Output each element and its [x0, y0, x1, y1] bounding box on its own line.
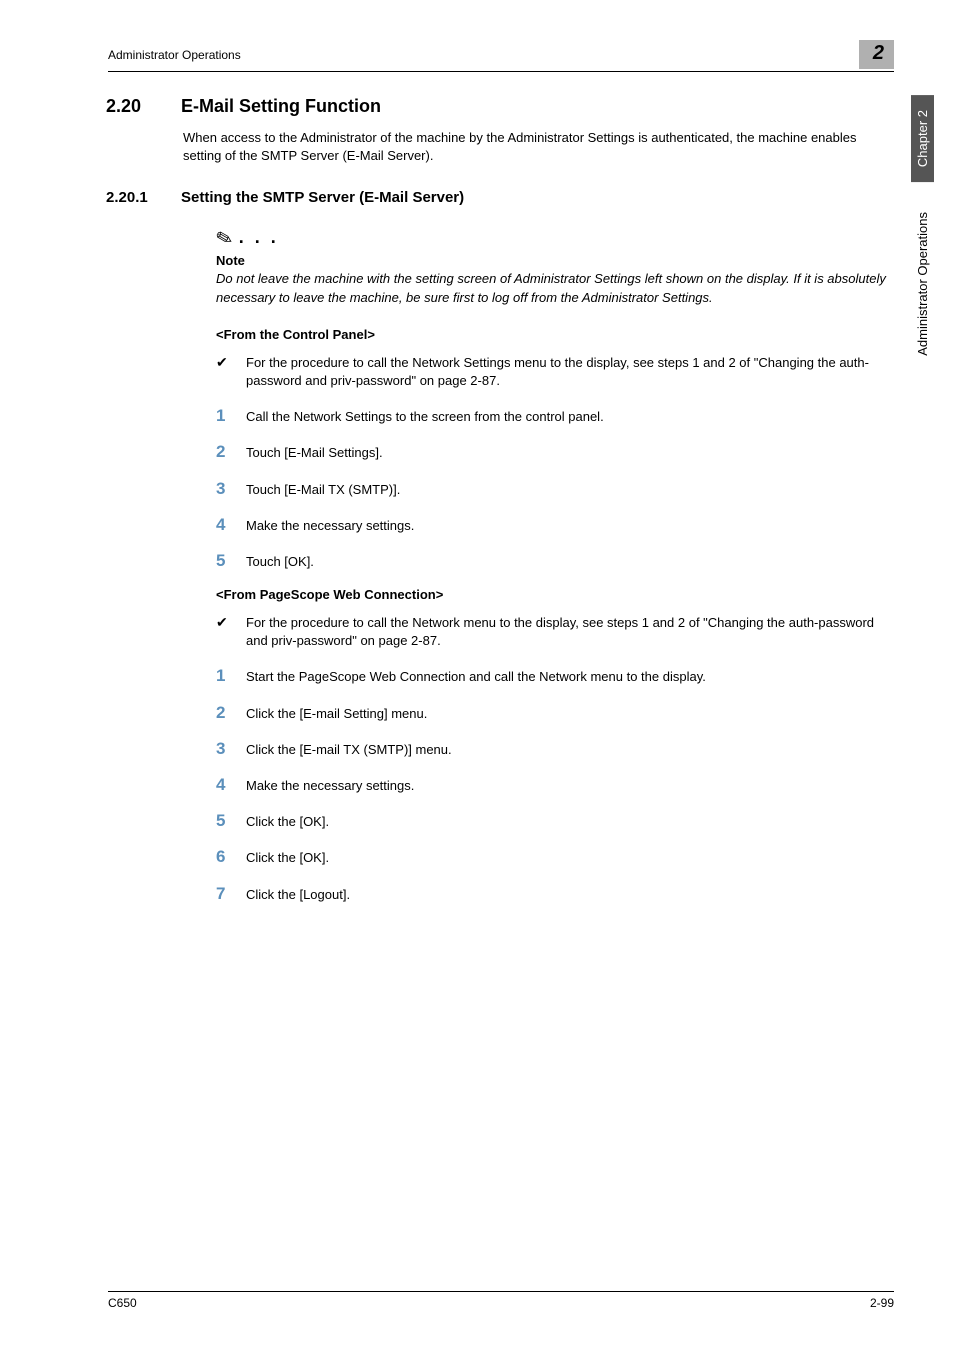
panel1-step: 3 Touch [E-Mail TX (SMTP)].	[216, 479, 894, 499]
side-tab: Chapter 2 Administrator Operations	[911, 95, 934, 376]
page-header: Administrator Operations 2	[108, 40, 894, 72]
panel1-step: 2 Touch [E-Mail Settings].	[216, 442, 894, 462]
step-text: Click the [OK].	[246, 813, 894, 831]
panel1-prereq: For the procedure to call the Network Se…	[246, 354, 894, 390]
step-text: Call the Network Settings to the screen …	[246, 408, 894, 426]
step-number: 4	[216, 515, 246, 535]
panel1-step: 1 Call the Network Settings to the scree…	[216, 406, 894, 426]
step-number: 3	[216, 739, 246, 759]
panel2-step: 6 Click the [OK].	[216, 847, 894, 867]
step-text: Make the necessary settings.	[246, 777, 894, 795]
step-number: 1	[216, 666, 246, 686]
step-text: Touch [OK].	[246, 553, 894, 571]
footer-model: C650	[108, 1296, 137, 1310]
note-block: ✎ . . . Note Do not leave the machine wi…	[216, 226, 894, 306]
page-footer: C650 2-99	[108, 1291, 894, 1310]
chapter-badge: 2	[859, 40, 894, 69]
step-text: Click the [OK].	[246, 849, 894, 867]
panel2-prereq-row: ✔ For the procedure to call the Network …	[216, 614, 894, 650]
section-heading: 2.20 E-Mail Setting Function	[106, 96, 894, 117]
panel2-prereq: For the procedure to call the Network me…	[246, 614, 894, 650]
panel2-step: 4 Make the necessary settings.	[216, 775, 894, 795]
step-number: 3	[216, 479, 246, 499]
step-number: 6	[216, 847, 246, 867]
panel2-step: 1 Start the PageScope Web Connection and…	[216, 666, 894, 686]
section-number: 2.20	[106, 96, 181, 117]
note-label: Note	[216, 253, 894, 268]
panel1-step: 5 Touch [OK].	[216, 551, 894, 571]
subsection-title: Setting the SMTP Server (E-Mail Server)	[181, 189, 464, 206]
step-text: Click the [Logout].	[246, 886, 894, 904]
section-intro: When access to the Administrator of the …	[183, 129, 894, 165]
step-text: Make the necessary settings.	[246, 517, 894, 535]
subsection-heading: 2.20.1 Setting the SMTP Server (E-Mail S…	[106, 189, 894, 206]
step-number: 2	[216, 442, 246, 462]
step-number: 1	[216, 406, 246, 426]
panel2-step: 2 Click the [E-mail Setting] menu.	[216, 703, 894, 723]
footer-page: 2-99	[870, 1296, 894, 1310]
step-number: 5	[216, 811, 246, 831]
step-text: Touch [E-Mail Settings].	[246, 444, 894, 462]
check-icon: ✔	[216, 354, 246, 371]
note-dots: . . .	[239, 227, 279, 248]
subsection-number: 2.20.1	[106, 189, 181, 206]
panel1-heading: <From the Control Panel>	[216, 327, 894, 342]
panel2-step: 5 Click the [OK].	[216, 811, 894, 831]
step-text: Start the PageScope Web Connection and c…	[246, 668, 894, 686]
sidetab-chapter: Chapter 2	[911, 95, 934, 182]
header-title: Administrator Operations	[108, 48, 241, 62]
panel1-step: 4 Make the necessary settings.	[216, 515, 894, 535]
check-icon: ✔	[216, 614, 246, 631]
note-icon: ✎	[213, 225, 236, 253]
step-number: 7	[216, 884, 246, 904]
step-text: Click the [E-mail TX (SMTP)] menu.	[246, 741, 894, 759]
step-text: Touch [E-Mail TX (SMTP)].	[246, 481, 894, 499]
step-number: 5	[216, 551, 246, 571]
panel1-prereq-row: ✔ For the procedure to call the Network …	[216, 354, 894, 390]
step-number: 2	[216, 703, 246, 723]
panel2-step: 3 Click the [E-mail TX (SMTP)] menu.	[216, 739, 894, 759]
step-text: Click the [E-mail Setting] menu.	[246, 705, 894, 723]
panel2-step: 7 Click the [Logout].	[216, 884, 894, 904]
section-title: E-Mail Setting Function	[181, 96, 381, 117]
panel2-heading: <From PageScope Web Connection>	[216, 587, 894, 602]
sidetab-section: Administrator Operations	[911, 192, 934, 376]
step-number: 4	[216, 775, 246, 795]
note-text: Do not leave the machine with the settin…	[216, 270, 894, 306]
